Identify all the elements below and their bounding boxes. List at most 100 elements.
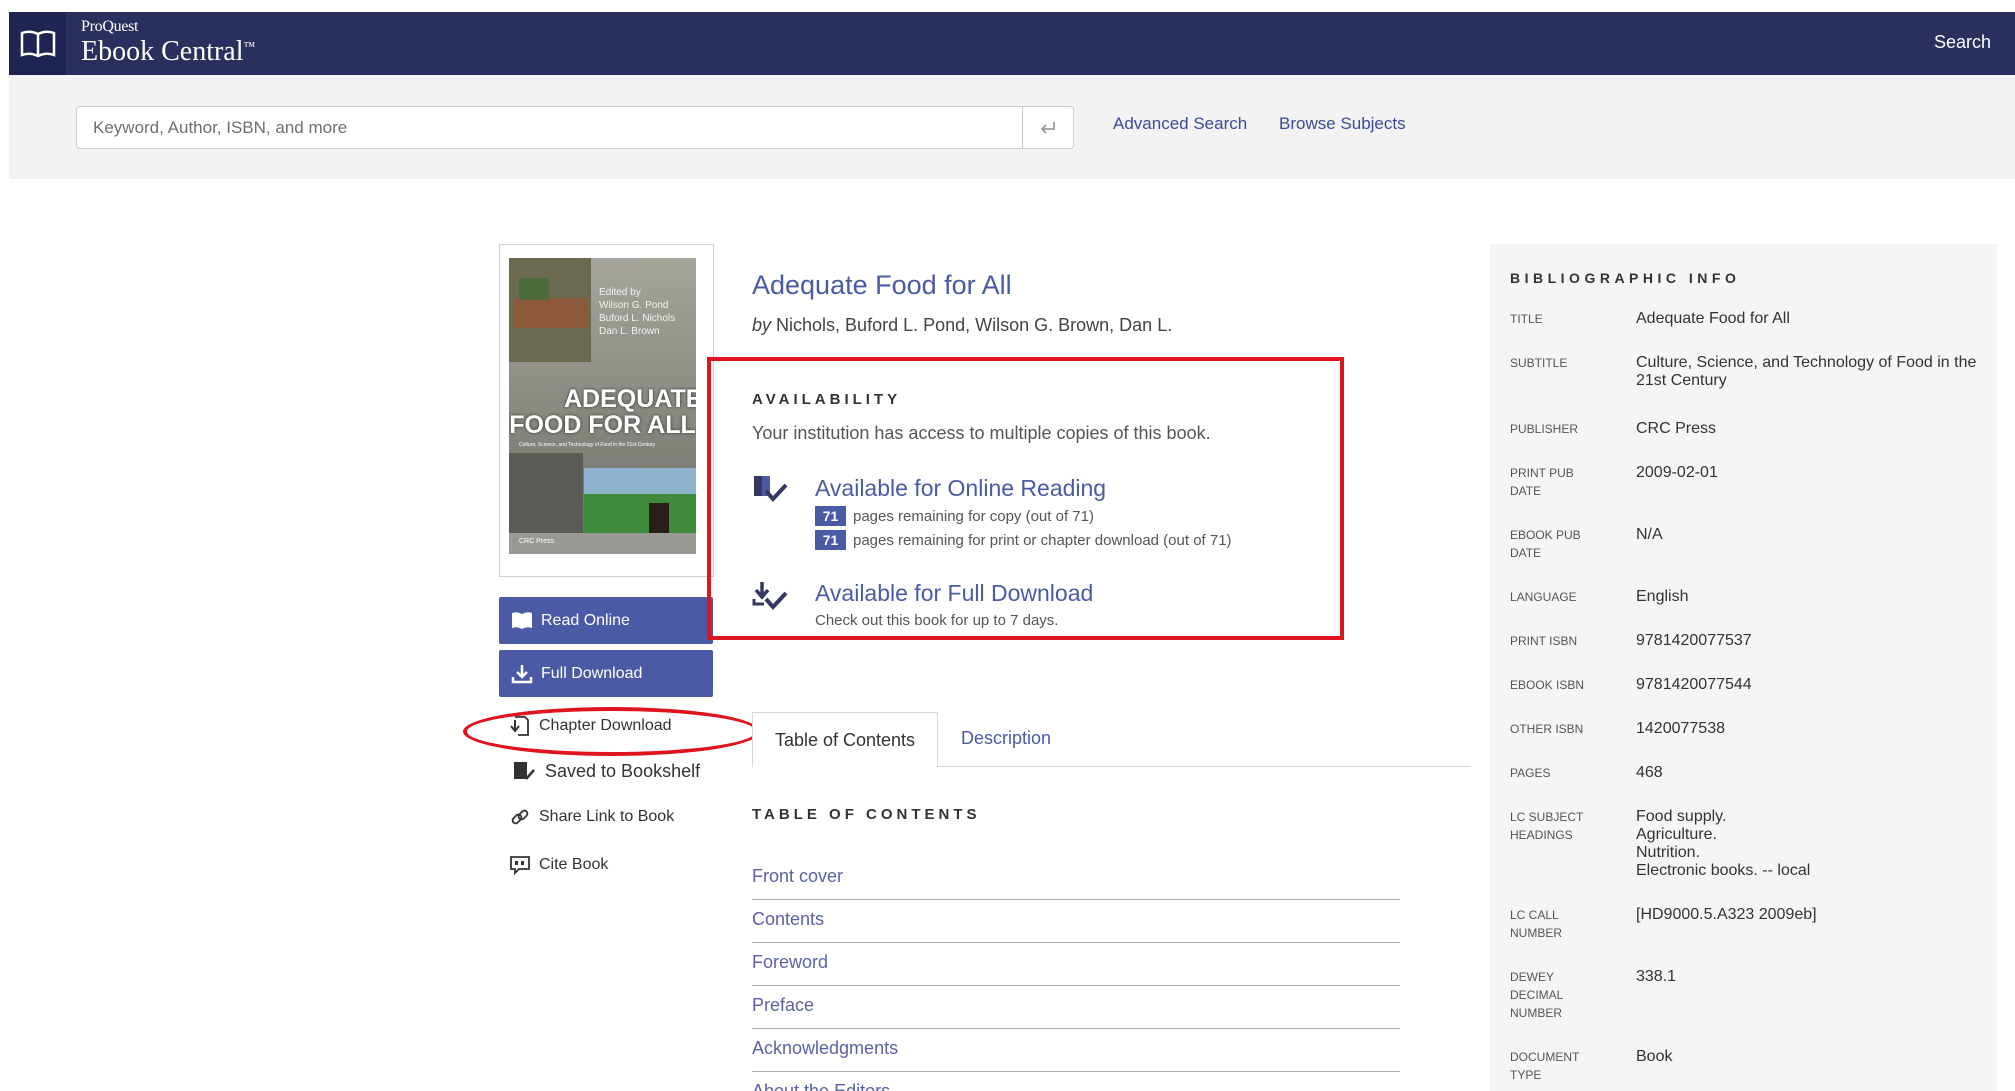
biblio-label: TITLE	[1510, 312, 1543, 326]
full-download-label: Full Download	[541, 664, 643, 682]
cover-editor-2: Buford L. Nichols	[599, 313, 676, 324]
biblio-label: EBOOK PUB DATE	[1510, 528, 1581, 560]
share-link-to-book[interactable]: Share Link to Book	[510, 807, 674, 827]
annotation-red-ellipse	[463, 707, 760, 756]
cover-editor-3: Dan L. Brown	[599, 326, 660, 337]
subject-heading[interactable]: Nutrition.	[1636, 844, 1981, 862]
advanced-search-link[interactable]: Advanced Search	[1113, 114, 1247, 134]
book-authors[interactable]: Nichols, Buford L. Pond, Wilson G. Brown…	[776, 315, 1172, 335]
quote-bubble-icon	[510, 856, 530, 875]
search-submit-button[interactable]	[1022, 106, 1074, 149]
cover-title-line-1: ADEQUATE	[564, 385, 696, 413]
toc-item[interactable]: Preface	[752, 986, 1400, 1029]
toc-item[interactable]: Contents	[752, 900, 1400, 943]
biblio-label: LC SUBJECT HEADINGS	[1510, 810, 1584, 842]
biblio-heading: BIBLIOGRAPHIC INFO	[1510, 270, 1741, 286]
book-cover-image[interactable]: Edited by Wilson G. Pond Buford L. Nicho…	[509, 258, 696, 554]
online-reading-title: Available for Online Reading	[815, 475, 1107, 501]
search-input[interactable]	[76, 106, 1033, 149]
biblio-label: PRINT ISBN	[1510, 634, 1578, 648]
biblio-value: [HD9000.5.A323 2009eb]	[1636, 906, 1817, 923]
book-byline: by Nichols, Buford L. Pond, Wilson G. Br…	[752, 315, 1172, 336]
biblio-value: 9781420077537	[1636, 632, 1752, 649]
biblio-label: SUBTITLE	[1510, 356, 1568, 370]
brand-main-text: Ebook Central	[81, 36, 244, 67]
open-book-icon	[512, 611, 532, 629]
toc-heading: TABLE OF CONTENTS	[752, 806, 981, 823]
return-arrow-icon	[1040, 121, 1055, 134]
biblio-value: 9781420077544	[1636, 676, 1752, 693]
biblio-subject-headings: Food supply. Agriculture. Nutrition. Ele…	[1636, 808, 1981, 880]
tab-description[interactable]: Description	[961, 728, 1051, 749]
biblio-value: 468	[1636, 764, 1663, 781]
tab-divider	[938, 766, 1471, 767]
biblio-value: 338.1	[1636, 968, 1677, 985]
browse-subjects-link[interactable]: Browse Subjects	[1279, 114, 1406, 134]
search-band: Advanced Search Browse Subjects	[9, 75, 2015, 179]
availability-heading: AVAILABILITY	[752, 391, 902, 408]
biblio-value: Adequate Food for All	[1636, 310, 1790, 327]
share-link-label: Share Link to Book	[539, 808, 675, 825]
biblio-label: PUBLISHER	[1510, 422, 1579, 436]
book-title: Adequate Food for All	[752, 270, 1012, 300]
trademark-mark: ™	[243, 39, 256, 53]
biblio-value: N/A	[1636, 526, 1663, 543]
biblio-label: LC CALL NUMBER	[1510, 908, 1563, 940]
biblio-label: LANGUAGE	[1510, 590, 1577, 604]
copy-pages-line: 71 pages remaining for copy (out of 71)	[815, 506, 1094, 526]
cover-editor-1: Wilson G. Pond	[599, 300, 669, 311]
book-cover-frame: Edited by Wilson G. Pond Buford L. Nicho…	[499, 244, 714, 577]
download-icon	[511, 664, 533, 683]
read-online-button[interactable]: Read Online	[499, 597, 713, 644]
copy-pages-badge: 71	[815, 506, 846, 526]
biblio-value: Culture, Science, and Technology of Food…	[1636, 354, 1977, 389]
cover-subtitle: Culture, Science, and Technology of Food…	[519, 442, 656, 448]
read-online-label: Read Online	[541, 611, 630, 629]
cover-edited-by: Edited by	[599, 287, 641, 298]
top-header: ProQuest Ebook Central™ Search	[9, 12, 2015, 75]
cite-book-link[interactable]: Cite Book	[510, 855, 608, 875]
biblio-label: EBOOK ISBN	[1510, 678, 1585, 692]
cite-book-label: Cite Book	[539, 856, 609, 873]
tab-table-of-contents[interactable]: Table of Contents	[752, 712, 938, 767]
subject-heading[interactable]: Electronic books. -- local	[1636, 862, 1981, 880]
biblio-label: OTHER ISBN	[1510, 722, 1584, 736]
cover-publisher-mark: CRC Press	[519, 538, 555, 545]
biblio-label: DEWEY DECIMAL NUMBER	[1510, 970, 1563, 1020]
biblio-label: PAGES	[1510, 766, 1551, 780]
header-search-link[interactable]: Search	[1934, 32, 1991, 53]
toc-item[interactable]: Front cover	[752, 857, 1400, 900]
saved-to-bookshelf-label: Saved to Bookshelf	[545, 760, 701, 781]
open-book-logo-icon[interactable]	[9, 12, 66, 75]
checkout-text: Check out this book for up to 7 days.	[815, 612, 1059, 629]
brand-logo[interactable]: ProQuest Ebook Central™	[81, 19, 255, 66]
biblio-value: English	[1636, 588, 1689, 605]
print-pages-line: 71 pages remaining for print or chapter …	[815, 530, 1232, 550]
cover-title-line-2: FOOD FOR ALL	[509, 411, 696, 439]
toc-item[interactable]: About the Editors	[752, 1072, 1400, 1091]
online-reading-icon	[754, 476, 788, 502]
byline-by: by	[752, 315, 772, 335]
bibliographic-info-panel: BIBLIOGRAPHIC INFO TITLE Adequate Food f…	[1490, 244, 1997, 1091]
brand-small-text: ProQuest	[81, 18, 139, 35]
copy-pages-text: pages remaining for copy (out of 71)	[853, 507, 1094, 525]
biblio-value: Book	[1636, 1048, 1673, 1065]
full-download-button[interactable]: Full Download	[499, 650, 713, 697]
bookshelf-check-icon	[514, 762, 535, 780]
toc-item[interactable]: Acknowledgments	[752, 1029, 1400, 1072]
full-download-title: Available for Full Download	[815, 580, 1094, 606]
saved-to-bookshelf-link[interactable]: Saved to Bookshelf	[510, 760, 700, 782]
full-download-check-icon	[752, 582, 788, 610]
biblio-value: 2009-02-01	[1636, 464, 1718, 481]
subject-heading[interactable]: Food supply.	[1636, 808, 1981, 826]
print-pages-badge: 71	[815, 530, 846, 550]
chain-link-icon	[511, 809, 529, 825]
toc-item[interactable]: Foreword	[752, 943, 1400, 986]
biblio-label: PRINT PUB DATE	[1510, 466, 1574, 498]
biblio-value: 1420077538	[1636, 720, 1725, 737]
biblio-value: CRC Press	[1636, 420, 1717, 437]
print-pages-text: pages remaining for print or chapter dow…	[853, 531, 1232, 549]
biblio-label: DOCUMENT TYPE	[1510, 1050, 1580, 1082]
availability-summary: Your institution has access to multiple …	[752, 423, 1211, 443]
subject-heading[interactable]: Agriculture.	[1636, 826, 1981, 844]
